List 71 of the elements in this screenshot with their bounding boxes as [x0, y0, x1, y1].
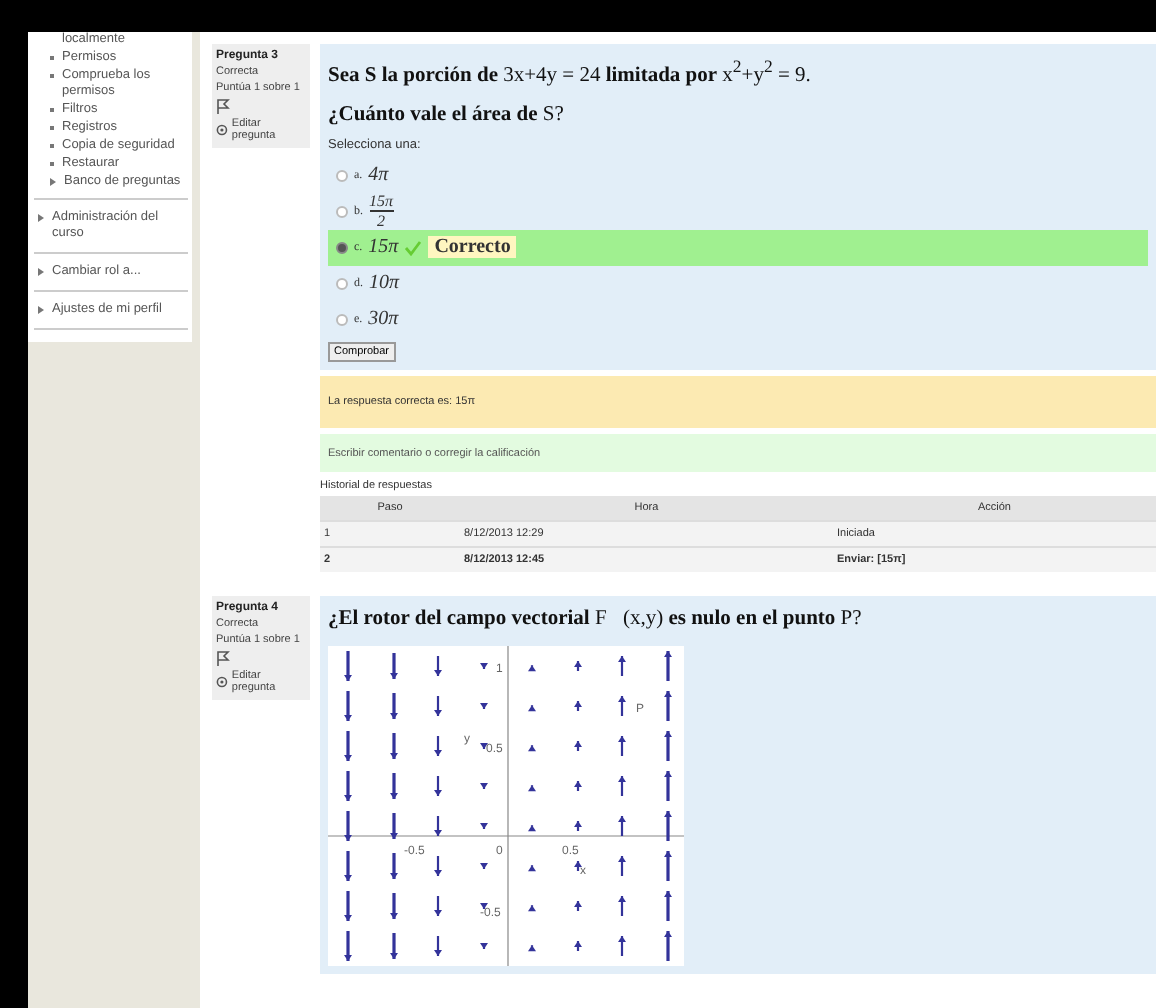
- field-arrow: [528, 704, 536, 711]
- field-arrow: [528, 864, 536, 871]
- field-arrow: [344, 890, 352, 920]
- question-text: ¿El rotor del campo vectorial F⃗(x,y) es nulo en el punto P?: [328, 607, 864, 629]
- collapsed-arrow-icon: [38, 214, 44, 222]
- collapsed-arrow-icon: [38, 268, 44, 276]
- field-arrow: [390, 652, 398, 678]
- field-arrow: [480, 782, 488, 788]
- flag-icon[interactable]: [216, 649, 230, 665]
- radio-button[interactable]: [336, 277, 348, 289]
- field-arrow: [528, 744, 536, 751]
- radio-button[interactable]: [336, 205, 348, 217]
- field-arrow: [664, 850, 672, 880]
- field-arrow: [480, 742, 488, 748]
- fraction-value: 15π 2: [369, 192, 394, 230]
- field-arrow: [574, 660, 582, 670]
- field-arrow: [390, 932, 398, 958]
- field-arrow: [344, 770, 352, 800]
- collapsed-arrow-icon: [50, 178, 56, 186]
- field-arrow: [528, 824, 536, 831]
- flag-icon[interactable]: [216, 98, 230, 114]
- field-arrow: [664, 810, 672, 840]
- field-arrow: [390, 772, 398, 798]
- collapsed-arrow-icon: [38, 306, 44, 314]
- field-arrow: [574, 820, 582, 830]
- field-arrow: [344, 730, 352, 760]
- field-arrow: [344, 850, 352, 880]
- option-value: 15π: [368, 236, 399, 258]
- question-text: Sea S la porción de 3x+4y = 24 limitada por x$^{2}$+y$^{2}$ = 9.: [328, 56, 813, 87]
- field-arrow: [574, 740, 582, 750]
- feedback-label: Correcto: [428, 236, 517, 258]
- field-arrow: [574, 700, 582, 710]
- field-arrow: [528, 904, 536, 911]
- field-arrow: [390, 732, 398, 758]
- field-arrow: [480, 862, 488, 868]
- radio-button[interactable]: [336, 313, 348, 325]
- field-arrow: [390, 812, 398, 838]
- field-arrow: [574, 940, 582, 950]
- option-value: 10π: [369, 272, 400, 294]
- field-arrow: [664, 770, 672, 800]
- field-arrow: [574, 900, 582, 910]
- field-arrow: [574, 780, 582, 790]
- field-arrow: [480, 662, 488, 668]
- checkmark-icon: [404, 239, 423, 255]
- field-arrow: [664, 690, 672, 720]
- field-arrow: [480, 822, 488, 828]
- field-arrow: [664, 730, 672, 760]
- field-arrow: [480, 902, 488, 908]
- option-value: 30π: [368, 308, 399, 330]
- field-arrow: [574, 860, 582, 870]
- field-arrow: [390, 892, 398, 918]
- field-arrow: [480, 942, 488, 948]
- field-arrow: [390, 692, 398, 718]
- field-arrow: [344, 650, 352, 680]
- settings-icon: [216, 675, 228, 687]
- field-arrow: [480, 702, 488, 708]
- field-arrow: [664, 930, 672, 960]
- radio-button[interactable]: [336, 169, 348, 181]
- field-arrow: [528, 664, 536, 671]
- field-arrow: [528, 944, 536, 951]
- question-text: ¿Cuánto vale el área de S?: [328, 103, 566, 125]
- field-arrow: [528, 784, 536, 791]
- field-arrow: [664, 890, 672, 920]
- settings-icon: [216, 124, 228, 136]
- radio-button[interactable]: [336, 241, 348, 253]
- field-arrow: [390, 852, 398, 878]
- option-value: 4π: [368, 164, 389, 186]
- field-arrow: [344, 930, 352, 960]
- field-arrow: [344, 810, 352, 840]
- field-arrow: [344, 690, 352, 720]
- field-arrow: [664, 650, 672, 680]
